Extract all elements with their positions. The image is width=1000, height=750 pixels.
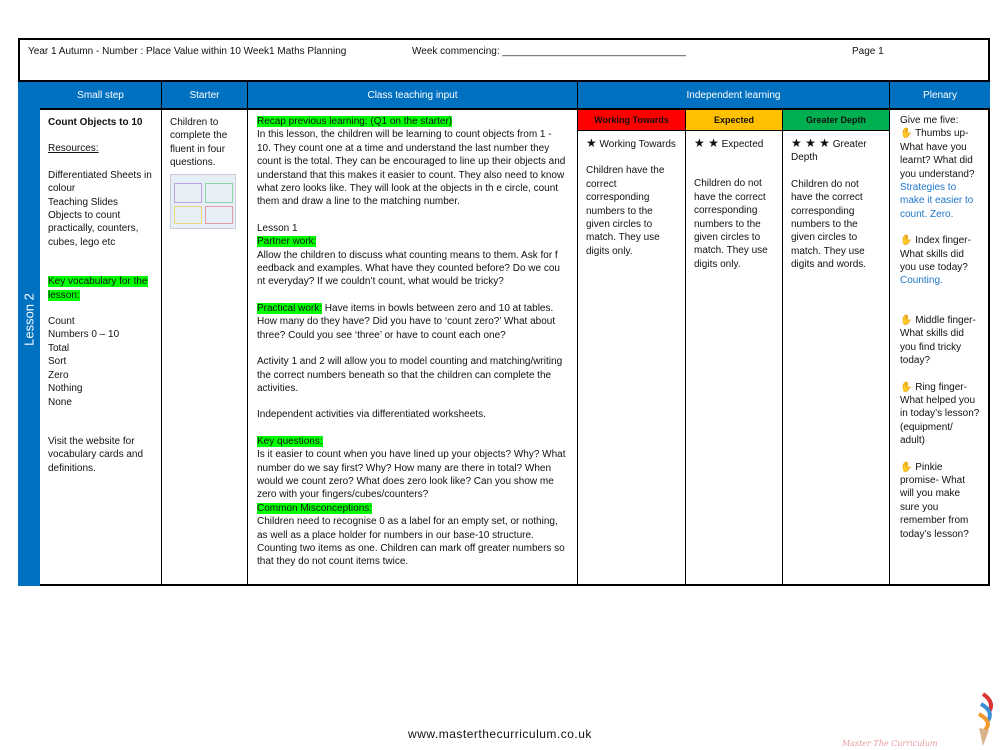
hand-icon: ✋ — [900, 381, 913, 393]
recap-label: Recap previous learning: (Q1 on the star… — [257, 116, 453, 127]
plenary-item: Thumbs up- What have you learnt? What di… — [900, 128, 975, 180]
class-teaching-cell: Recap previous learning: (Q1 on the star… — [248, 110, 578, 586]
plenary-item: Ring finger- What helped you in today’s … — [900, 381, 980, 447]
vocab-item: Numbers 0 – 10 — [48, 329, 120, 341]
star-icon: ★ ★ — [694, 136, 719, 150]
level-header-greater-depth: Greater Depth — [783, 110, 890, 131]
header-plenary: Plenary — [890, 82, 990, 110]
activity-text: Activity 1 and 2 will allow you to model… — [257, 356, 563, 394]
level-text: Children do not have the correct corresp… — [791, 178, 867, 271]
misconceptions-text: Children need to recognise 0 as a label … — [257, 516, 565, 568]
vocab-item: Sort — [48, 356, 67, 368]
starter-cell: Children to complete the fluent in four … — [162, 110, 248, 586]
lesson1-label: Lesson 1 — [257, 222, 298, 234]
level-text: Children have the correct corresponding … — [586, 165, 665, 257]
level-header-working-towards: Working Towards — [578, 110, 686, 131]
starter-thumbnail — [170, 173, 236, 229]
practical-label: Practical work: — [257, 302, 323, 314]
greater-depth-cell: ★ ★ ★ Greater Depth Children do not have… — [783, 131, 890, 586]
resource-item: Teaching Slides — [48, 196, 119, 208]
recap-text: In this lesson, the children will be lea… — [257, 129, 566, 208]
vocab-item: Nothing — [48, 383, 83, 395]
lesson-label-bar: Lesson 2 — [18, 82, 40, 586]
small-step-cell: Count Objects to 10 Resources: Different… — [40, 110, 162, 586]
pencil-logo — [975, 692, 999, 750]
vocab-item: Zero — [48, 369, 69, 381]
level-title: Working Towards — [599, 139, 676, 150]
website-note: Visit the website for vocabulary cards a… — [48, 435, 144, 474]
resources-label: Resources: — [48, 143, 99, 155]
small-step-title: Count Objects to 10 — [48, 117, 143, 128]
hand-icon: ✋ — [900, 128, 913, 140]
resource-item: Differentiated Sheets in colour — [48, 169, 152, 195]
expected-cell: ★ ★ Expected Children do not have the co… — [686, 131, 783, 586]
level-header-expected: Expected — [686, 110, 783, 131]
header-starter: Starter — [162, 82, 248, 110]
resource-item: Objects to count practically, counters, … — [48, 210, 139, 248]
level-text: Children do not have the correct corresp… — [694, 178, 768, 270]
key-questions-text: Is it easier to count when you have line… — [257, 449, 566, 501]
logo-text: Master The Curriculum — [842, 739, 938, 748]
plenary-cell: Give me five: ✋ Thumbs up- What have you… — [890, 110, 990, 586]
header-class-teaching: Class teaching input — [248, 82, 578, 110]
partner-text: Allow the children to discuss what count… — [257, 249, 560, 288]
star-icon: ★ ★ ★ — [791, 136, 830, 150]
independent-text: Independent activities via differentiate… — [257, 409, 486, 421]
hand-icon: ✋ — [900, 235, 913, 247]
vocab-label: Key vocabulary for the lesson: — [48, 276, 148, 301]
vocab-item: None — [48, 396, 72, 408]
plenary-item: Pinkie promise- What will you make sure … — [900, 461, 969, 540]
header-small-step: Small step — [40, 82, 162, 110]
hand-icon: ✋ — [900, 461, 913, 473]
misconceptions-label: Common Misconceptions: — [257, 502, 373, 514]
key-questions-label: Key questions: — [257, 435, 323, 447]
lesson-label: Lesson 2 — [21, 293, 37, 346]
vocab-item: Total — [48, 342, 70, 354]
working-towards-cell: ★ Working Towards Children have the corr… — [578, 131, 686, 586]
hand-icon: ✋ — [900, 314, 913, 326]
plenary-item: Middle finger- What skills did you find … — [900, 314, 976, 367]
header-independent: Independent learning — [578, 82, 890, 110]
level-title: Expected — [721, 139, 764, 150]
star-icon: ★ — [586, 136, 597, 150]
plenary-intro: Give me five: — [900, 115, 959, 126]
plenary-answer: Strategies to make it easier to count. Z… — [900, 182, 974, 220]
vocab-item: Count — [48, 316, 75, 328]
starter-text: Children to complete the fluent in four … — [170, 117, 228, 169]
partner-label: Partner work: — [257, 236, 317, 248]
plenary-answer: Counting. — [900, 275, 943, 287]
